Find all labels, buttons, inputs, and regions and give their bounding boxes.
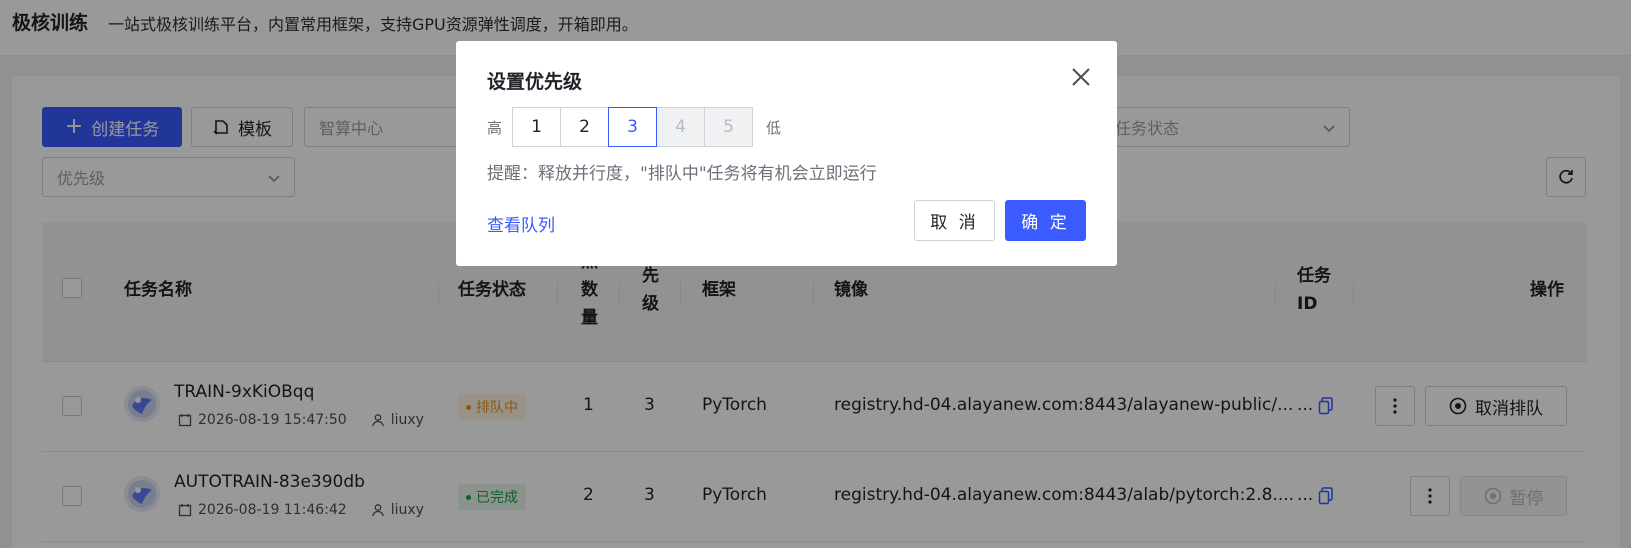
priority-option-2[interactable]: 2	[560, 107, 609, 147]
priority-option-3[interactable]: 3	[608, 107, 657, 147]
priority-tip: 提醒：释放并行度，"排队中"任务将有机会立即运行	[487, 164, 877, 184]
low-priority-label: 低	[766, 119, 782, 137]
confirm-button[interactable]: 确 定	[1005, 200, 1086, 241]
close-icon[interactable]	[1070, 66, 1092, 88]
priority-option-5[interactable]: 5	[704, 107, 753, 147]
high-priority-label: 高	[487, 119, 503, 137]
priority-option-4[interactable]: 4	[656, 107, 705, 147]
priority-option-1[interactable]: 1	[512, 107, 561, 147]
view-queue-link[interactable]: 查看队列	[487, 211, 555, 236]
set-priority-modal: 设置优先级 高 1 2 3 4 5 低 提醒：释放并行度，"排队中"任务将有机会…	[456, 41, 1117, 266]
modal-title: 设置优先级	[487, 71, 583, 93]
cancel-button[interactable]: 取 消	[914, 200, 995, 241]
